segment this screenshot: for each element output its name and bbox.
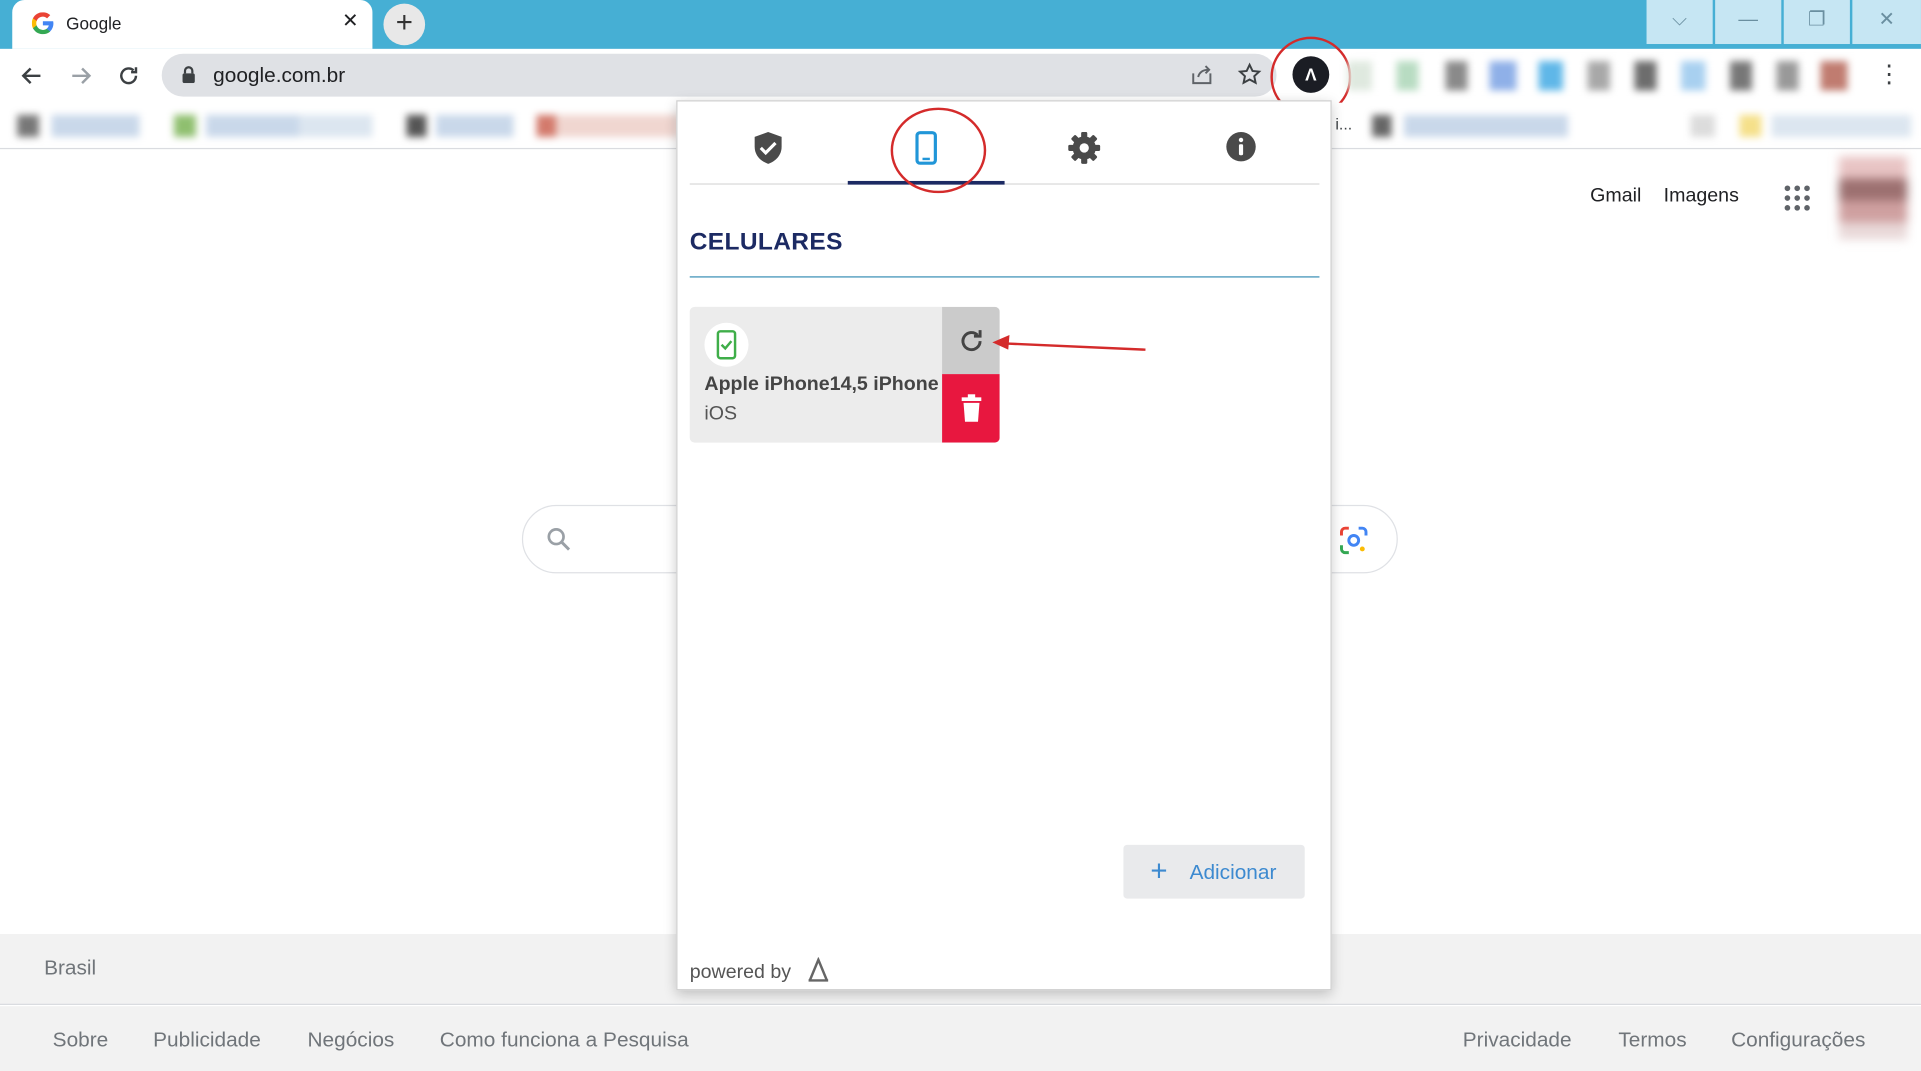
- avatar[interactable]: [1838, 156, 1908, 240]
- delete-device-button[interactable]: [942, 374, 1000, 443]
- bookmarks-blurred: [17, 114, 679, 137]
- plus-icon: +: [1150, 854, 1168, 888]
- add-device-button[interactable]: + Adicionar: [1123, 844, 1305, 899]
- close-window-button[interactable]: ✕: [1852, 0, 1921, 45]
- device-status-icon-wrap: [704, 322, 749, 367]
- section-divider: [689, 276, 1320, 278]
- tab-strip: Google ✕ + ⌵ — ❐ ✕: [0, 0, 1921, 49]
- footer-link-negocios[interactable]: Negócios: [308, 1028, 395, 1052]
- popup-tab-bar: [689, 106, 1320, 194]
- reload-icon[interactable]: [111, 59, 145, 93]
- apps-grid-icon[interactable]: [1784, 185, 1811, 212]
- info-icon: [1226, 132, 1256, 162]
- powered-by-label: powered by: [689, 962, 792, 983]
- tab-settings[interactable]: [1006, 106, 1163, 184]
- footer-link-publicidade[interactable]: Publicidade: [153, 1028, 261, 1052]
- shield-check-icon: [754, 132, 782, 164]
- tab-protection[interactable]: [690, 106, 847, 184]
- bookmark-star-icon[interactable]: [1236, 62, 1263, 89]
- search-icon: [547, 528, 571, 551]
- phone-check-icon: [716, 330, 737, 360]
- gmail-link[interactable]: Gmail: [1590, 186, 1641, 208]
- url-text: google.com.br: [213, 63, 346, 87]
- footer-link-sobre[interactable]: Sobre: [53, 1028, 109, 1052]
- close-tab-icon[interactable]: ✕: [338, 10, 363, 34]
- annotation-circle-devices-tab: [890, 107, 987, 194]
- browser-tab[interactable]: Google ✕: [12, 0, 373, 49]
- device-os: iOS: [704, 403, 738, 425]
- tab-search-button[interactable]: ⌵: [1646, 0, 1713, 45]
- tab-title: Google: [66, 13, 122, 34]
- trash-icon: [961, 394, 981, 422]
- device-card: Apple iPhone14,5 iPhone iOS: [689, 306, 1000, 443]
- bookmarks-right-blurred: [1372, 114, 1912, 137]
- lock-icon: [182, 66, 195, 84]
- extension-popup: CELULARES Apple iPhone14,5 iPhone iOS + …: [676, 100, 1332, 991]
- bookmark-fragment[interactable]: i...: [1335, 115, 1352, 133]
- share-icon[interactable]: [1188, 62, 1215, 89]
- footer-country: Brasil: [44, 956, 97, 980]
- menu-dots-icon[interactable]: ⋮: [1877, 61, 1902, 90]
- extensions-icons-blurred: [1347, 61, 1863, 91]
- gear-icon: [1068, 132, 1101, 164]
- browser-toolbar: google.com.br Λ ⋮: [0, 36, 1921, 118]
- footer-links-bar: Sobre Publicidade Negócios Como funciona…: [0, 1006, 1921, 1071]
- forward-arrow-icon[interactable]: [64, 59, 98, 93]
- new-tab-button[interactable]: +: [383, 3, 426, 46]
- refresh-device-button[interactable]: [942, 306, 1000, 375]
- footer-link-como-funciona[interactable]: Como funciona a Pesquisa: [440, 1028, 689, 1052]
- restore-button[interactable]: ❐: [1783, 0, 1850, 45]
- device-name: Apple iPhone14,5 iPhone: [704, 374, 939, 395]
- images-link[interactable]: Imagens: [1664, 186, 1739, 208]
- footer-link-privacidade[interactable]: Privacidade: [1463, 1028, 1572, 1052]
- minimize-button[interactable]: —: [1715, 0, 1782, 45]
- screen: Google ✕ + ⌵ — ❐ ✕ google.com.br Λ ⋮ i..…: [0, 0, 1921, 1071]
- tab-info[interactable]: [1163, 106, 1320, 184]
- back-arrow-icon[interactable]: [15, 59, 49, 93]
- footer-link-termos[interactable]: Termos: [1618, 1028, 1686, 1052]
- address-bar[interactable]: google.com.br: [161, 53, 1277, 97]
- google-g-icon: [31, 12, 54, 35]
- refresh-icon: [960, 329, 981, 351]
- section-title: CELULARES: [689, 228, 843, 256]
- add-device-label: Adicionar: [1189, 860, 1277, 884]
- footer-link-configuracoes[interactable]: Configurações: [1731, 1028, 1865, 1052]
- google-lens-icon[interactable]: [1338, 524, 1370, 556]
- brand-logo-icon: [808, 957, 829, 982]
